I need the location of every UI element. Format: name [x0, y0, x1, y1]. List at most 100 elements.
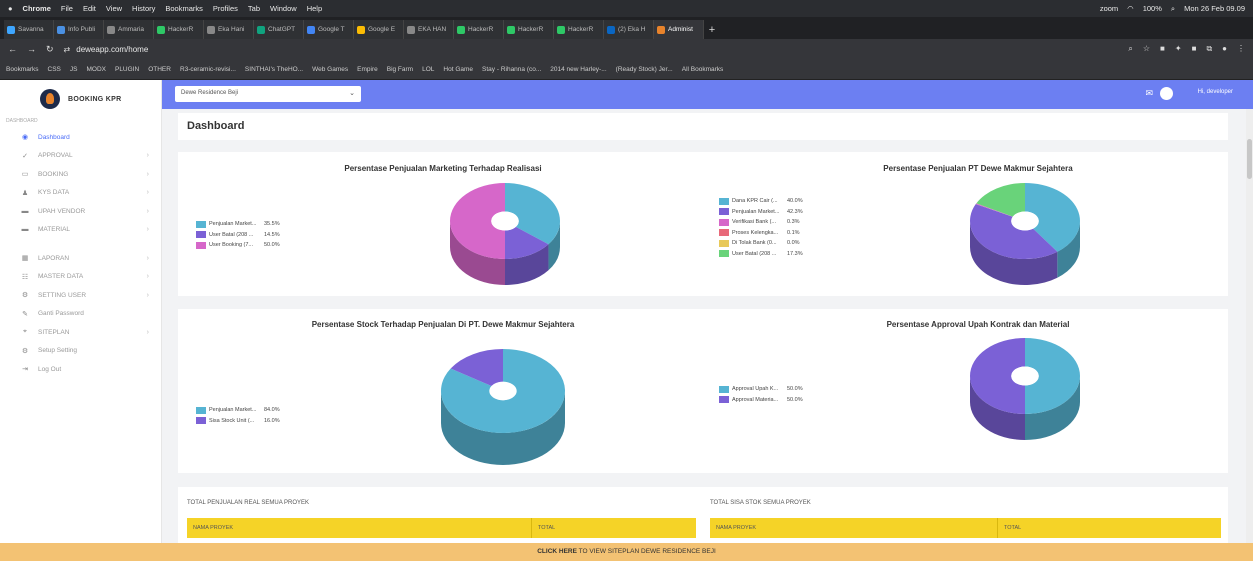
reload-icon[interactable]: ↻	[46, 44, 54, 55]
scrollbar[interactable]	[1246, 109, 1253, 561]
column-header[interactable]: TOTAL	[998, 518, 1027, 538]
menu-edit[interactable]: Edit	[83, 4, 96, 13]
legend-entry[interactable]: Penjualan Market... 42.3%	[719, 207, 803, 218]
bookmark-item[interactable]: JS	[70, 66, 78, 73]
sidebar-item-setup-setting[interactable]: ⚙ Setup Setting	[0, 342, 161, 361]
bookmark-item[interactable]: Empire	[357, 66, 378, 73]
sidebar-item-ganti-password[interactable]: ✎ Ganti Password	[0, 305, 161, 324]
browser-tab[interactable]: Google E	[354, 20, 404, 39]
favicon-icon	[607, 25, 615, 34]
browser-tab[interactable]: (2) Eka H	[604, 20, 654, 39]
site-info-icon[interactable]: ⇄	[64, 45, 71, 54]
menu-profiles[interactable]: Profiles	[213, 4, 238, 13]
profile-icon[interactable]: ●	[1222, 44, 1227, 54]
bookmark-item[interactable]: PLUGIN	[115, 66, 139, 73]
bookmark-item[interactable]: (Ready Stock) Jer...	[616, 66, 673, 73]
browser-tab[interactable]: Eka Hani	[204, 20, 254, 39]
extension-icon[interactable]: ✦	[1175, 44, 1182, 54]
zoom-status[interactable]: zoom	[1100, 4, 1118, 13]
legend-entry[interactable]: Penjualan Market... 84.0%	[196, 405, 280, 416]
bookmark-item[interactable]: R3-ceramic-revisi...	[180, 66, 236, 73]
browser-tab[interactable]: EKA HAN	[404, 20, 454, 39]
siteplan-banner[interactable]: CLICK HERE TO VIEW SITEPLAN DEWE RESIDEN…	[0, 543, 1253, 561]
sidebar-item-upah-vendor[interactable]: ▬ UPAH VENDOR ›	[0, 202, 161, 221]
browser-tab[interactable]: Info Publi	[54, 20, 104, 39]
forward-icon[interactable]: →	[27, 44, 36, 54]
legend-entry[interactable]: Proses Kelengka... 0.1%	[719, 228, 803, 239]
bookmark-item[interactable]: OTHER	[148, 66, 171, 73]
menu-chrome[interactable]: Chrome	[23, 4, 51, 13]
bookmark-item[interactable]: CSS	[48, 66, 61, 73]
user-menu[interactable]: Hi, developer	[1198, 89, 1233, 95]
project-select[interactable]: Dewe Residence Beji ⌄	[175, 86, 361, 102]
legend-entry[interactable]: Verifikasi Bank (... 0.3%	[719, 217, 803, 228]
search-icon[interactable]: ⌕	[1171, 4, 1175, 14]
bookmark-item[interactable]: Big Farm	[387, 66, 413, 73]
legend-entry[interactable]: Di Tolak Bank (0... 0.0%	[719, 238, 803, 249]
sidebar-item-dashboard[interactable]: ◉ Dashboard	[0, 128, 161, 147]
banner-link[interactable]: CLICK HERE	[537, 548, 577, 555]
sidebar-item-siteplan[interactable]: ⌖ SITEPLAN ›	[0, 323, 161, 342]
menu-tab[interactable]: Tab	[248, 4, 260, 13]
sidebar-item-kys-data[interactable]: ♟ KYS DATA ›	[0, 184, 161, 203]
sidebar-item-setting-user[interactable]: ⚙ SETTING USER ›	[0, 286, 161, 305]
sidebar-item-laporan[interactable]: ▦ LAPORAN ›	[0, 249, 161, 268]
extension-icon[interactable]: ■	[1192, 44, 1197, 54]
bookmark-item[interactable]: 2014 new Harley-...	[550, 66, 606, 73]
legend-entry[interactable]: Sisa Stock Unit (... 16.0%	[196, 416, 280, 427]
browser-tab[interactable]: Administ	[654, 20, 704, 39]
bookmark-item[interactable]: Bookmarks	[6, 66, 39, 73]
bookmark-item[interactable]: MODX	[86, 66, 106, 73]
bookmark-item[interactable]: Web Games	[312, 66, 348, 73]
sidebar-item-approval[interactable]: ✓ APPROVAL ›	[0, 147, 161, 166]
back-icon[interactable]: ←	[8, 44, 17, 54]
sidebar-item-master-data[interactable]: ☷ MASTER DATA ›	[0, 268, 161, 287]
wifi-icon[interactable]: ◠	[1127, 4, 1134, 13]
puzzle-icon[interactable]: ⧉	[1206, 44, 1212, 54]
browser-tab[interactable]: HackerR	[454, 20, 504, 39]
menu-help[interactable]: Help	[307, 4, 322, 13]
browser-tab[interactable]: Google T	[304, 20, 354, 39]
legend-entry[interactable]: Dana KPR Cair (... 40.0%	[719, 196, 803, 207]
url-field[interactable]: deweapp.com/home	[76, 45, 1128, 54]
sidebar-item-material[interactable]: ▬ MATERIAL ›	[0, 221, 161, 240]
legend-entry[interactable]: Approval Upah K... 50.0%	[719, 384, 803, 395]
legend-entry[interactable]: Approval Materia... 50.0%	[719, 395, 803, 406]
brand[interactable]: BOOKING KPR	[0, 80, 161, 118]
bookmark-item[interactable]: Stay - Rihanna (co...	[482, 66, 541, 73]
zoom-icon[interactable]: ⌕	[1128, 44, 1132, 54]
browser-tab[interactable]: Ammaria	[104, 20, 154, 39]
mail-icon[interactable]: ✉	[1145, 88, 1153, 99]
bookmark-item[interactable]: SINTHAI's TheHO...	[245, 66, 303, 73]
avatar[interactable]	[1160, 87, 1173, 100]
sidebar-item-log-out[interactable]: ⇥ Log Out	[0, 360, 161, 379]
menu-view[interactable]: View	[106, 4, 122, 13]
browser-tab[interactable]: HackerR	[504, 20, 554, 39]
column-header[interactable]: NAMA PROYEK	[710, 518, 998, 538]
browser-tab[interactable]: HackerR	[554, 20, 604, 39]
extension-icon[interactable]: ■	[1160, 44, 1165, 54]
star-icon[interactable]: ☆	[1143, 44, 1150, 54]
bookmark-item[interactable]: All Bookmarks	[682, 66, 724, 73]
legend-entry[interactable]: Penjualan Market... 35.5%	[196, 219, 280, 230]
bookmark-item[interactable]: LOL	[422, 66, 434, 73]
apple-icon[interactable]: ●	[8, 4, 13, 13]
menu-file[interactable]: File	[61, 4, 73, 13]
browser-tab[interactable]: ChatGPT	[254, 20, 304, 39]
menu-bookmarks[interactable]: Bookmarks	[165, 4, 203, 13]
sidebar-item-booking[interactable]: ▭ BOOKING ›	[0, 165, 161, 184]
menu-window[interactable]: Window	[270, 4, 297, 13]
more-icon[interactable]: ⋮	[1237, 44, 1245, 54]
legend-entry[interactable]: User Booking (7... 50.0%	[196, 240, 280, 251]
legend-entry[interactable]: User Batal (208 ... 17.3%	[719, 249, 803, 260]
menu-history[interactable]: History	[132, 4, 155, 13]
browser-tab[interactable]: HackerR	[154, 20, 204, 39]
column-header[interactable]: NAMA PROYEK	[187, 518, 532, 538]
column-header[interactable]: TOTAL	[532, 518, 561, 538]
bookmark-item[interactable]: Hot Game	[443, 66, 473, 73]
legend-entry[interactable]: User Batal (208 ... 14.5%	[196, 230, 280, 241]
scrollbar-thumb[interactable]	[1247, 139, 1252, 179]
new-tab-button[interactable]: +	[704, 20, 720, 39]
battery-status[interactable]: 100%	[1143, 4, 1162, 13]
browser-tab[interactable]: Savanna	[4, 20, 54, 39]
